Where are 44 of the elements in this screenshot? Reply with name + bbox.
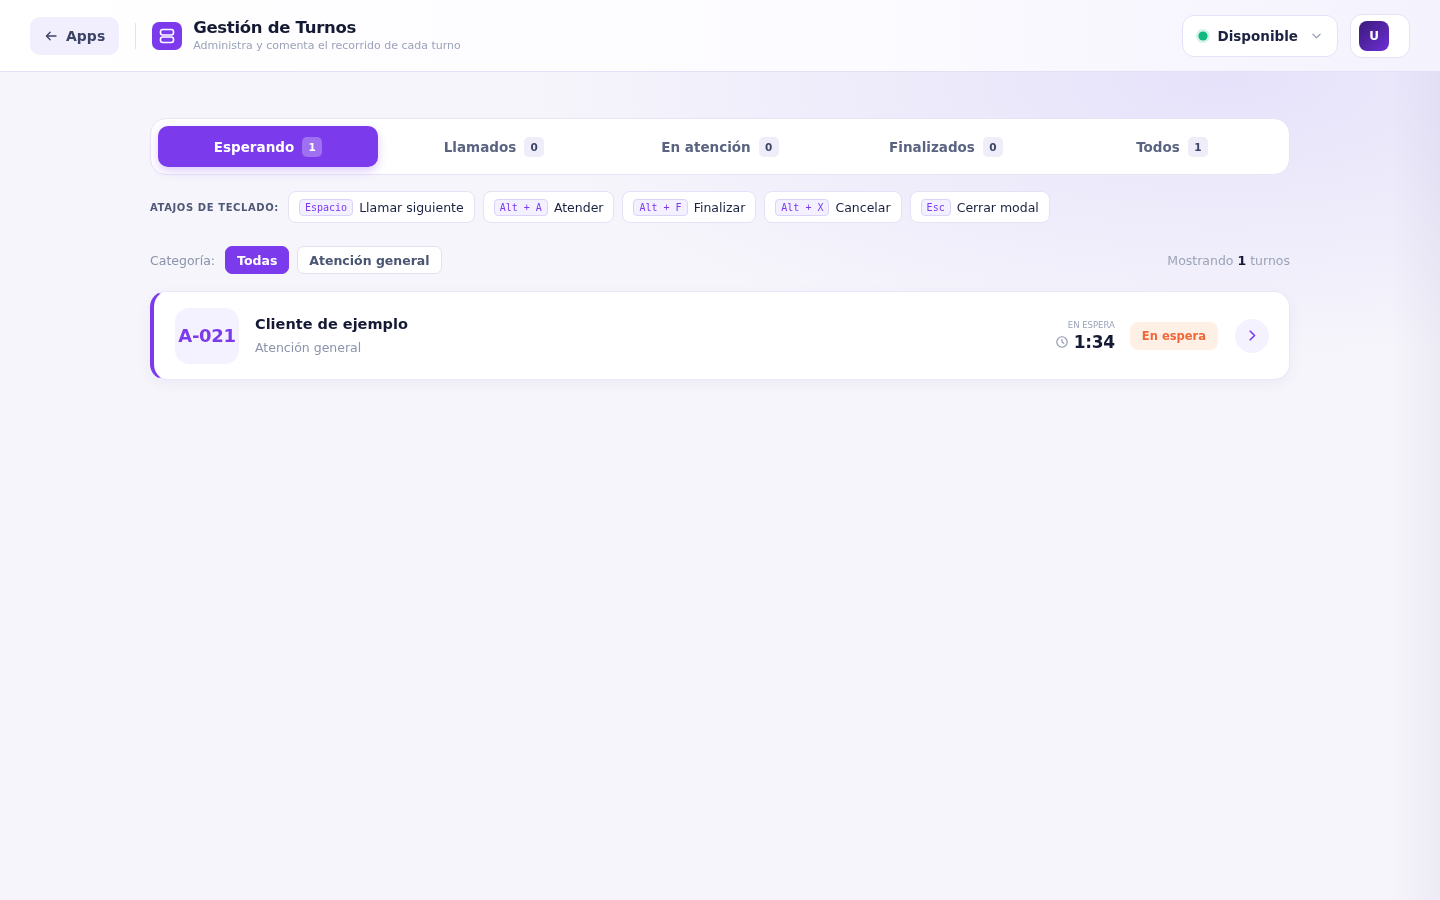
- ticket-card[interactable]: A-021 Cliente de ejemplo Atención general EN ESPERA 1:34 En espera: [150, 291, 1290, 380]
- category-filter[interactable]: Atención general: [297, 246, 442, 274]
- tab[interactable]: Todos 1: [1062, 126, 1282, 167]
- count-badge: 0: [758, 136, 779, 157]
- arrow-left-icon: [45, 30, 57, 41]
- results-count: Mostrando 1 turnos: [1167, 252, 1290, 268]
- shortcut-action: Cerrar modal: [956, 199, 1039, 215]
- wait-time: 1:34: [1073, 331, 1115, 352]
- avatar: U: [1359, 20, 1389, 51]
- keyboard-key: Alt + X: [775, 198, 830, 216]
- keyboard-key: Alt + A: [493, 198, 548, 216]
- tab[interactable]: Llamados 0: [384, 126, 604, 167]
- category-label: Categoría:: [150, 252, 216, 268]
- timer-label: EN ESPERA: [1067, 319, 1115, 330]
- ticket-number: A-021: [175, 307, 239, 364]
- keyboard-key: Alt + F: [633, 198, 688, 216]
- keyboard-key: Espacio: [299, 198, 354, 216]
- count-badge: 1: [302, 136, 323, 157]
- chevron-down-icon: [1312, 32, 1321, 39]
- shortcut-action: Finalizar: [693, 199, 746, 215]
- shortcut-action: Atender: [553, 199, 604, 215]
- stack-logo-icon: [152, 21, 183, 50]
- back-button[interactable]: Apps: [30, 16, 120, 55]
- app-subtitle: Administra y comenta el recorrido de cada turno: [193, 39, 461, 53]
- shortcut-action: Cancelar: [835, 199, 891, 215]
- app-title: Gestión de Turnos: [193, 18, 358, 38]
- status-pill: En espera: [1129, 321, 1218, 350]
- tab[interactable]: En atención 0: [610, 126, 830, 167]
- clock-icon: [1055, 335, 1068, 348]
- status-dropdown[interactable]: Disponible: [1181, 14, 1338, 57]
- tab[interactable]: Finalizados 0: [836, 126, 1056, 167]
- user-menu-button[interactable]: U: [1350, 13, 1410, 58]
- chevron-right-icon: [1248, 330, 1256, 341]
- tab[interactable]: Esperando 1: [158, 126, 378, 167]
- count-badge: 0: [982, 136, 1003, 157]
- ticket-category: Atención general: [255, 340, 363, 355]
- count-badge: 0: [524, 136, 545, 157]
- shortcuts-label: ATAJOS DE TECLADO:: [150, 201, 279, 213]
- shortcut-action: Llamar siguiente: [359, 199, 464, 215]
- count-badge: 1: [1187, 136, 1208, 157]
- keyboard-key: Esc: [920, 198, 951, 216]
- client-name: Cliente de ejemplo: [255, 316, 409, 332]
- open-ticket-button[interactable]: [1235, 318, 1269, 353]
- category-filter[interactable]: Todas: [225, 246, 290, 274]
